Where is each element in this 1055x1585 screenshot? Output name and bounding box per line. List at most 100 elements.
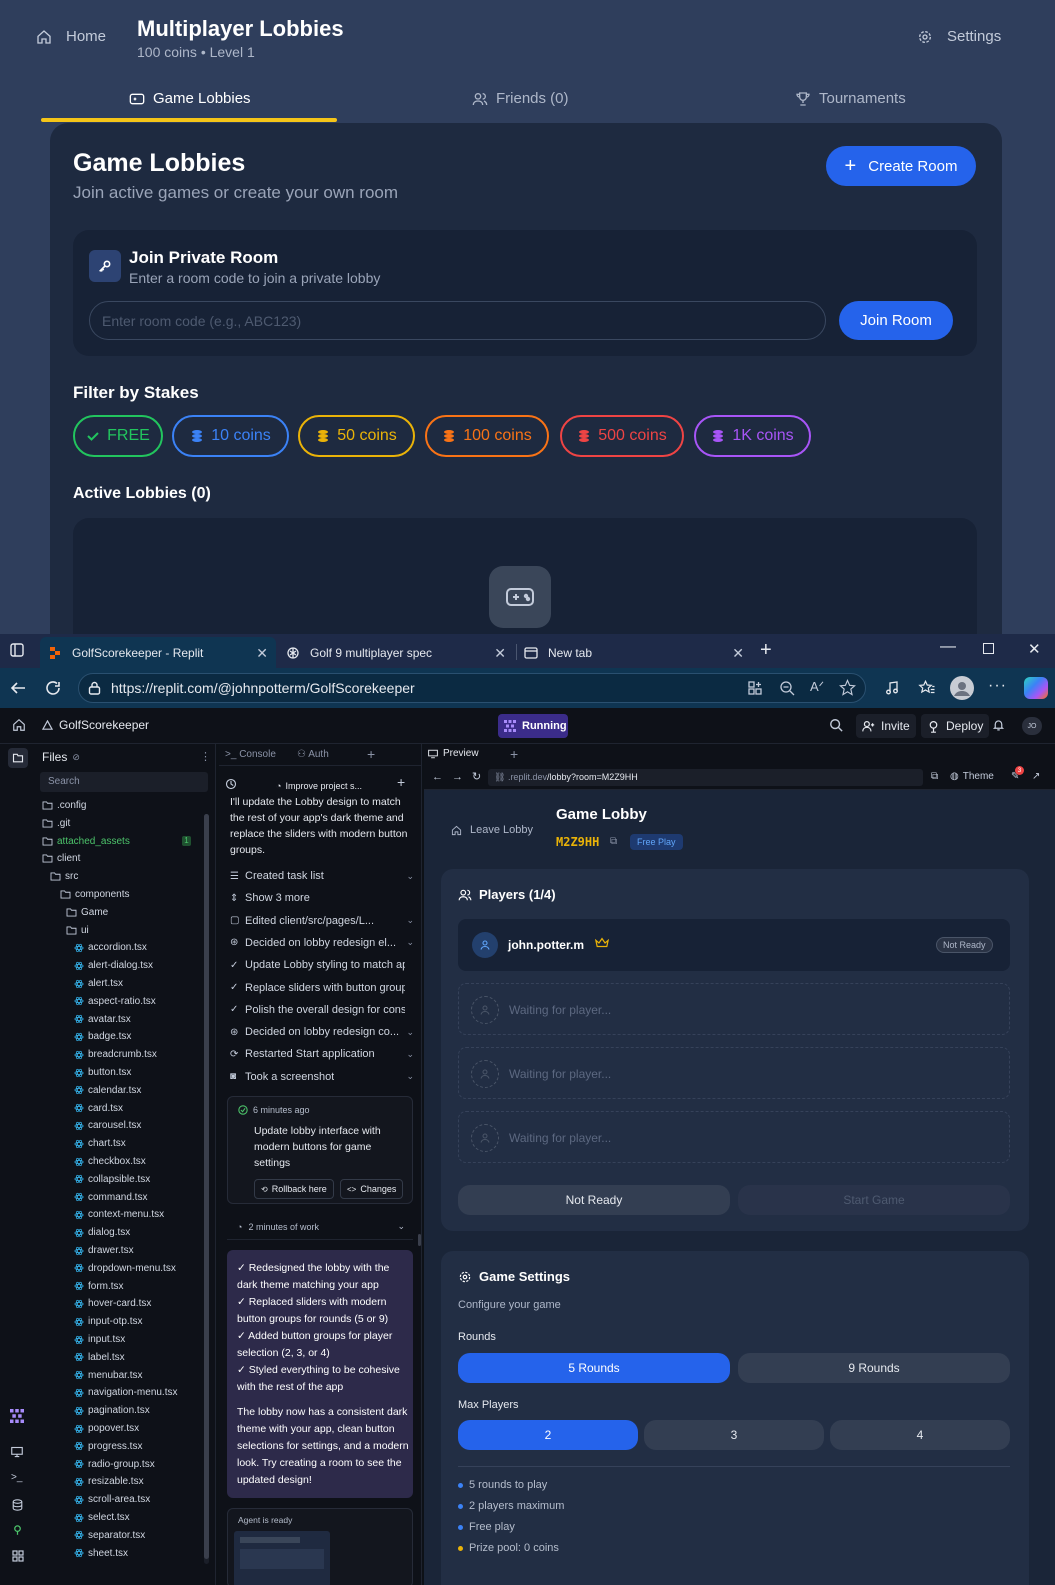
file-item[interactable]: select.tsx — [74, 1512, 130, 1523]
file-item[interactable]: separator.tsx — [74, 1530, 145, 1541]
files-search-input[interactable]: Search — [40, 772, 208, 792]
deployments-icon[interactable] — [12, 1524, 23, 1536]
file-item[interactable]: button.tsx — [74, 1067, 131, 1078]
refresh-icon[interactable] — [44, 679, 62, 697]
room-code-input[interactable] — [89, 301, 826, 340]
file-item[interactable]: progress.tsx — [74, 1441, 142, 1452]
refresh-icon[interactable]: ↻ — [472, 770, 481, 783]
agent-step-item[interactable]: ✓ Update Lobby styling to match ap... — [230, 959, 418, 971]
file-item[interactable]: input.tsx — [74, 1334, 125, 1345]
tab-preview[interactable]: Preview — [428, 748, 479, 759]
leave-lobby-link[interactable]: Leave Lobby — [451, 824, 533, 836]
tab-auth[interactable]: ⚇ Auth — [297, 749, 329, 760]
create-room-button[interactable]: + Create Room — [826, 146, 976, 186]
browser-tab-spec[interactable]: Golf 9 multiplayer spec ✕ — [278, 637, 514, 668]
chat-scrollbar[interactable] — [418, 1234, 421, 1246]
favorites-icon[interactable] — [918, 679, 936, 697]
files-menu-icon[interactable]: ⋮ — [200, 750, 211, 763]
file-item[interactable]: navigation-menu.tsx — [74, 1387, 178, 1398]
file-item[interactable]: chart.tsx — [74, 1138, 126, 1149]
max-players-option-2[interactable]: 2 — [458, 1420, 638, 1450]
stake-filter-chip[interactable]: 1K coins — [694, 415, 811, 457]
more-menu-icon[interactable]: ··· — [988, 677, 1007, 695]
agent-step-item[interactable]: ▢ Edited client/src/pages/L... ⌄ — [230, 915, 418, 927]
folder-item[interactable]: components — [60, 889, 129, 900]
agent-icon[interactable] — [10, 1409, 24, 1423]
devtools-icon[interactable]: ⧉ — [931, 771, 938, 782]
file-item[interactable]: command.tsx — [74, 1192, 147, 1203]
start-game-button[interactable]: Start Game — [738, 1185, 1010, 1215]
file-item[interactable]: carousel.tsx — [74, 1120, 141, 1131]
agent-step-item[interactable]: ⇕ Show 3 more — [230, 892, 418, 904]
file-item[interactable]: checkbox.tsx — [74, 1156, 146, 1167]
file-item[interactable]: menubar.tsx — [74, 1370, 142, 1381]
all-tools-icon[interactable] — [12, 1550, 24, 1562]
folder-item[interactable]: attached_assets 1 — [42, 836, 191, 847]
file-item[interactable]: hover-card.tsx — [74, 1298, 151, 1309]
stake-filter-chip[interactable]: FREE — [73, 415, 163, 457]
database-icon[interactable] — [12, 1499, 23, 1511]
file-item[interactable]: avatar.tsx — [74, 1014, 131, 1025]
tab-game-lobbies[interactable]: Game Lobbies — [129, 90, 251, 107]
stake-filter-chip[interactable]: 500 coins — [560, 415, 684, 457]
tab-actions-icon[interactable] — [10, 643, 24, 657]
agent-thread-title[interactable]: ◔ Improve project s... — [225, 776, 413, 796]
agent-step-item[interactable]: ◙ Took a screenshot ⌄ — [230, 1071, 418, 1083]
work-duration-row[interactable]: ◔ 2 minutes of work ⌄ — [227, 1214, 413, 1240]
folder-item[interactable]: src — [50, 871, 78, 882]
favorite-star-icon[interactable] — [839, 679, 856, 696]
browser-tab-replit[interactable]: GolfScorekeeper - Replit ✕ — [40, 637, 276, 668]
agent-step-item[interactable]: ✓ Replace sliders with button group... — [230, 982, 418, 994]
copilot-icon[interactable] — [1024, 677, 1048, 699]
agent-step-item[interactable]: ☰ Created task list ⌄ — [230, 870, 418, 882]
file-item[interactable]: label.tsx — [74, 1352, 125, 1363]
rounds-option-9[interactable]: 9 Rounds — [738, 1353, 1010, 1383]
max-players-option-3[interactable]: 3 — [644, 1420, 824, 1450]
zoom-icon[interactable] — [779, 680, 795, 696]
bell-icon[interactable] — [992, 718, 1005, 732]
file-item[interactable]: input-otp.tsx — [74, 1316, 142, 1327]
open-external-icon[interactable]: ↗ — [1032, 771, 1040, 782]
back-icon[interactable] — [9, 679, 27, 697]
minimize-button[interactable]: — — [940, 638, 956, 656]
stake-filter-chip[interactable]: 10 coins — [172, 415, 289, 457]
maximize-button[interactable] — [983, 643, 994, 654]
deploy-button[interactable]: Deploy — [921, 714, 990, 738]
tab-tournaments[interactable]: Tournaments — [795, 90, 906, 107]
file-item[interactable]: sheet.tsx — [74, 1548, 128, 1559]
home-link[interactable]: Home — [36, 28, 106, 45]
project-name[interactable]: GolfScorekeeper — [42, 718, 149, 732]
forward-icon[interactable]: → — [452, 771, 463, 783]
file-item[interactable]: breadcrumb.tsx — [74, 1049, 157, 1060]
agent-step-item[interactable]: ⟳ Restarted Start application ⌄ — [230, 1048, 418, 1060]
apps-icon[interactable] — [747, 680, 763, 696]
folder-item[interactable]: .git — [42, 818, 70, 829]
add-tab-button[interactable]: + — [510, 746, 518, 762]
home-icon[interactable] — [12, 718, 26, 732]
folder-item[interactable]: Game — [66, 907, 108, 918]
files-panel-icon[interactable] — [8, 748, 28, 768]
close-icon[interactable]: ✕ — [256, 645, 268, 662]
file-item[interactable]: card.tsx — [74, 1103, 123, 1114]
file-item[interactable]: context-menu.tsx — [74, 1209, 164, 1220]
agent-step-item[interactable]: ⊛ Decided on lobby redesign co... ⌄ — [230, 1026, 418, 1038]
folder-item[interactable]: client — [42, 853, 80, 864]
search-icon[interactable] — [829, 718, 843, 732]
invite-button[interactable]: Invite — [856, 714, 916, 738]
agent-step-item[interactable]: ✓ Polish the overall design for consi... — [230, 1004, 418, 1016]
new-chat-button[interactable]: + — [397, 774, 405, 790]
file-item[interactable]: form.tsx — [74, 1281, 124, 1292]
file-item[interactable]: scroll-area.tsx — [74, 1494, 150, 1505]
join-room-button[interactable]: Join Room — [839, 301, 953, 340]
browser-tab-new[interactable]: New tab ✕ — [516, 637, 752, 668]
file-item[interactable]: dropdown-menu.tsx — [74, 1263, 176, 1274]
files-scrollbar[interactable] — [204, 814, 209, 1564]
close-icon[interactable]: ✕ — [732, 645, 744, 662]
add-tab-button[interactable]: + — [367, 746, 375, 762]
file-item[interactable]: drawer.tsx — [74, 1245, 134, 1256]
theme-toggle[interactable]: ◍ Theme — [950, 771, 994, 782]
profile-avatar[interactable] — [950, 676, 974, 700]
file-item[interactable]: resizable.tsx — [74, 1476, 144, 1487]
file-item[interactable]: badge.tsx — [74, 1031, 131, 1042]
folder-item[interactable]: .config — [42, 800, 86, 811]
